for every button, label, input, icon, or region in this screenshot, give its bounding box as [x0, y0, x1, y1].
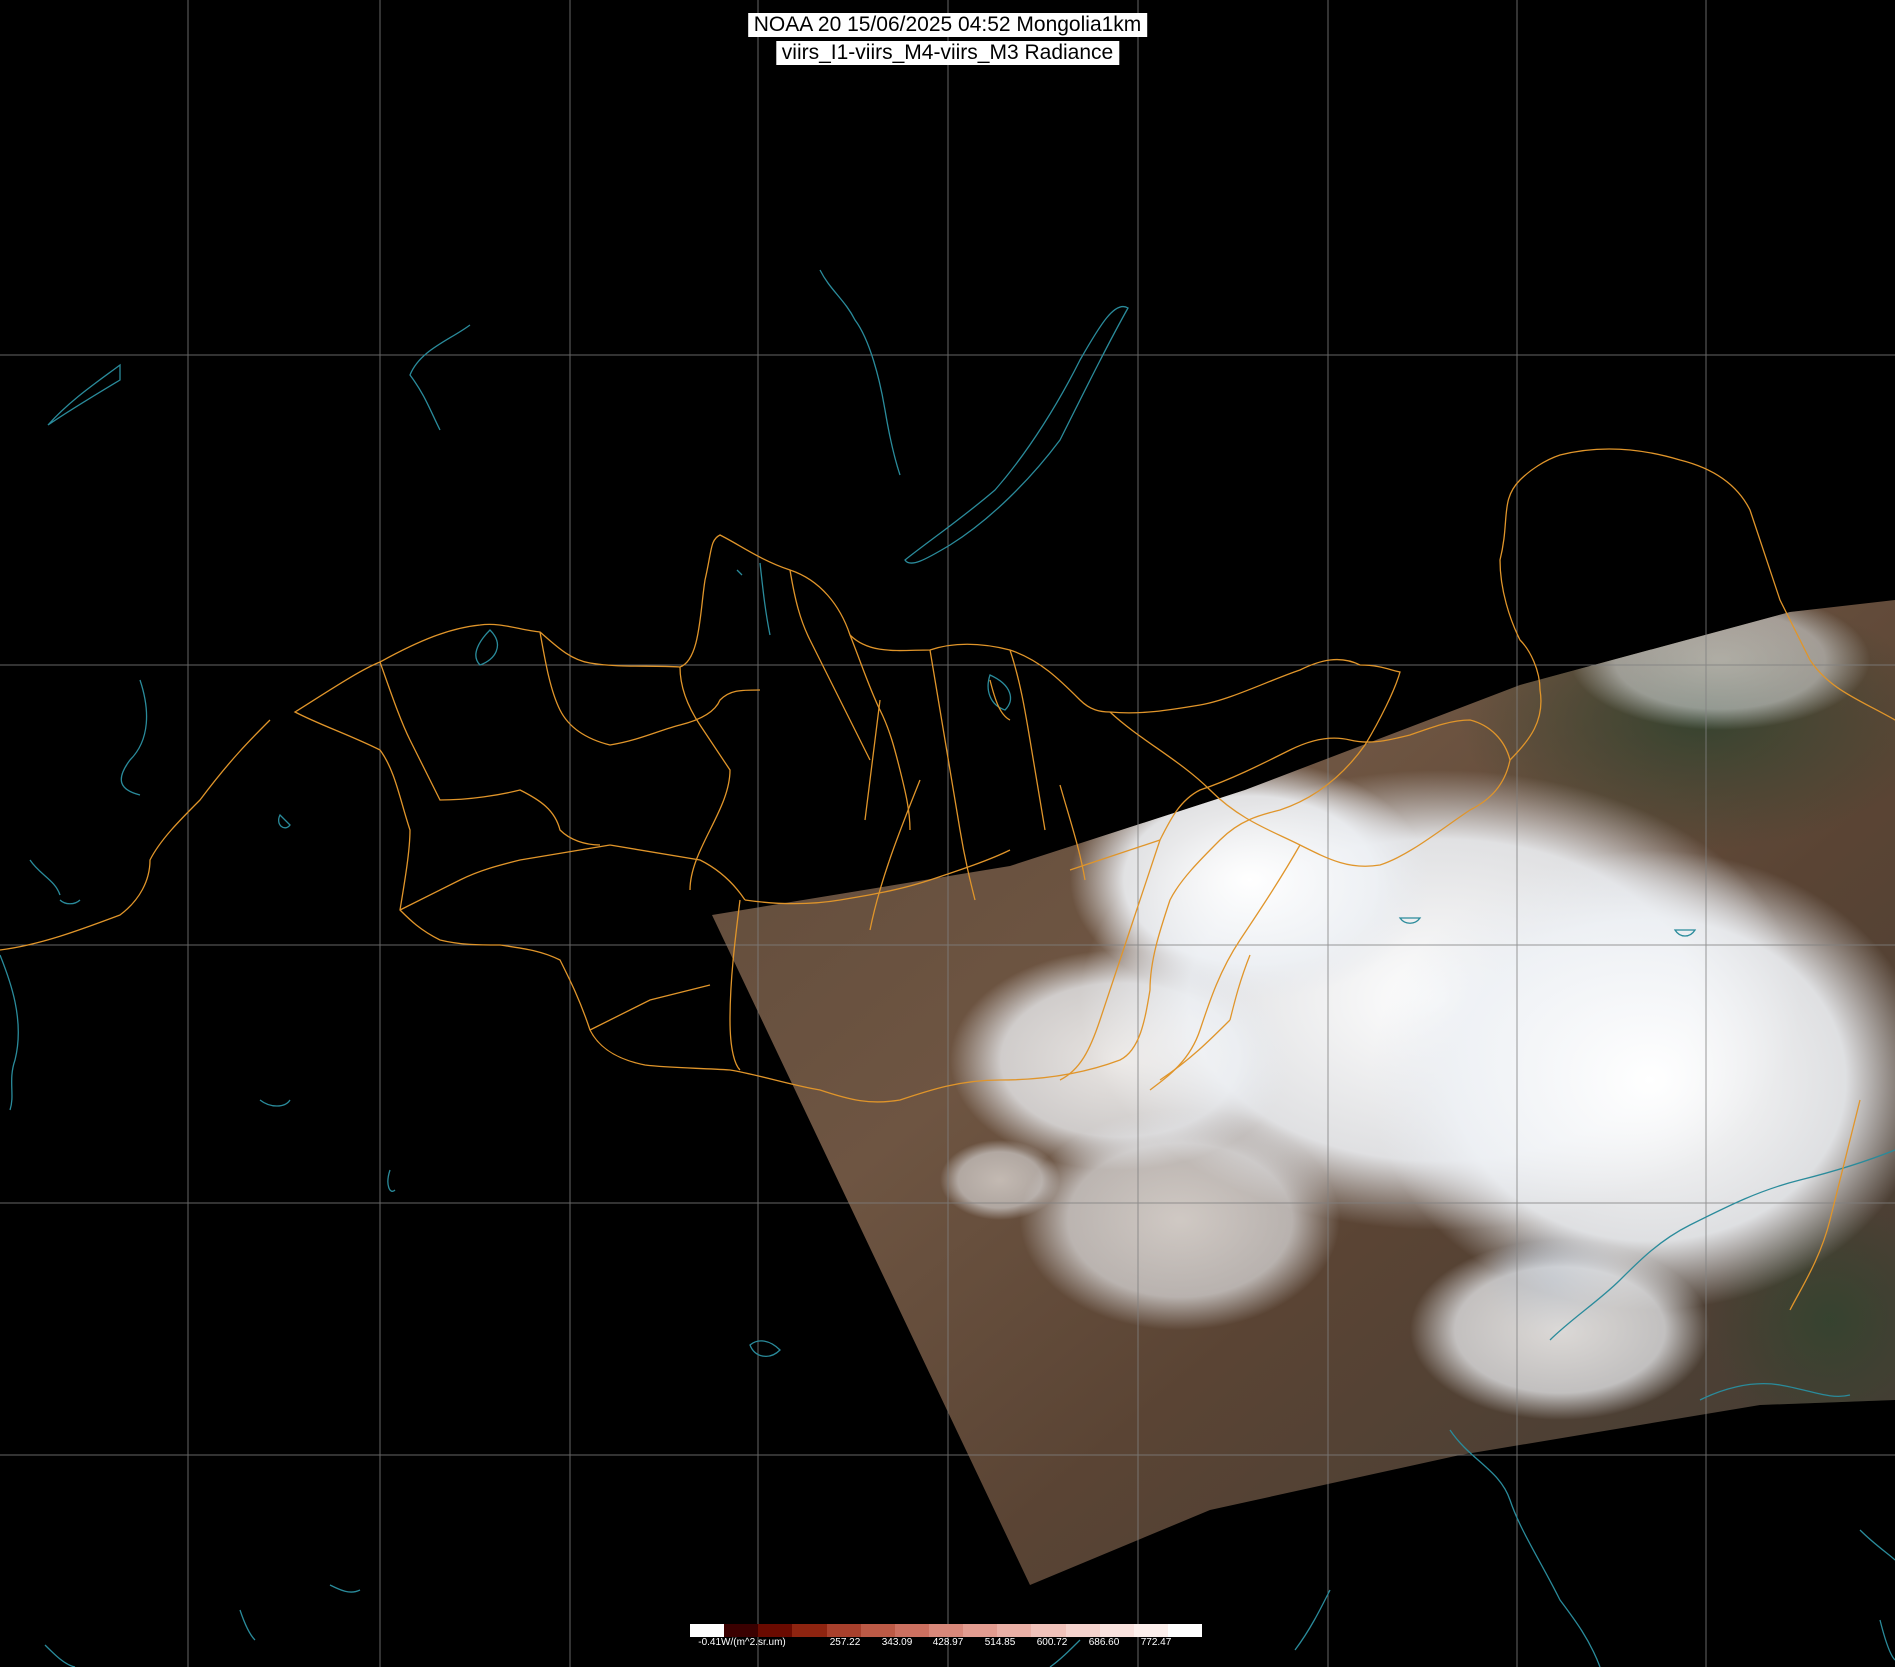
internal-border	[399, 844, 611, 911]
internal-border	[864, 699, 881, 821]
internal-border	[539, 631, 761, 746]
colorbar-tick: 600.72	[1036, 1637, 1068, 1648]
colorbar-strip	[690, 1624, 1203, 1637]
lake	[475, 629, 499, 666]
internal-border	[379, 661, 601, 846]
colorbar-segment	[1133, 1624, 1168, 1637]
colorbar-legend: -0.41W/(m^2.sr.um) 257.22 343.09 428.97 …	[690, 1624, 1203, 1648]
coastline	[44, 1584, 361, 1667]
internal-border	[849, 634, 911, 831]
internal-border	[609, 844, 746, 901]
colorbar-segment	[690, 1624, 725, 1637]
river	[819, 269, 901, 476]
lake-baikal	[904, 305, 1129, 564]
cloud-mass	[1020, 1110, 1340, 1330]
colorbar-segment	[1031, 1624, 1066, 1637]
colorbar-tick: 343.09	[881, 1637, 913, 1648]
lake	[736, 562, 771, 636]
lake	[278, 813, 291, 829]
colorbar-segment	[826, 1624, 861, 1637]
internal-border	[1009, 649, 1046, 831]
lake	[47, 363, 121, 426]
colorbar-segment	[928, 1624, 964, 1637]
lake	[29, 859, 81, 905]
lake	[120, 679, 148, 796]
image-subtitle: viirs_I1-viirs_M4-viirs_M3 Radiance	[775, 41, 1120, 65]
colorbar-tick: 257.22	[829, 1637, 861, 1648]
internal-border	[589, 984, 711, 1031]
colorbar-segment	[758, 1624, 793, 1637]
image-title: NOAA 20 15/06/2025 04:52 Mongolia1km	[747, 13, 1148, 37]
colorbar-segment	[792, 1624, 827, 1637]
coastline	[1449, 1429, 1601, 1667]
satellite-image	[0, 0, 1895, 1667]
colorbar-unit-label: -0.41W/(m^2.sr.um)	[698, 1637, 786, 1648]
lake	[259, 1099, 396, 1192]
colorbar-tick: 428.97	[932, 1637, 964, 1648]
colorbar-tick: 686.60	[1088, 1637, 1120, 1648]
coastline	[1859, 1529, 1895, 1661]
colorbar-segment	[860, 1624, 895, 1637]
internal-border	[929, 649, 976, 901]
colorbar-labels: -0.41W/(m^2.sr.um) 257.22 343.09 428.97 …	[690, 1637, 1202, 1649]
cloud-mass	[1570, 600, 1870, 730]
colorbar-segment	[1167, 1624, 1203, 1637]
imagery-swath	[712, 600, 1895, 1585]
colorbar-segment	[997, 1624, 1032, 1637]
lake	[749, 1340, 781, 1357]
cloud-mass	[940, 1140, 1060, 1220]
internal-border	[989, 679, 1011, 721]
river	[409, 324, 471, 431]
colorbar-segment	[1099, 1624, 1134, 1637]
colorbar-tick: 772.47	[1140, 1637, 1172, 1648]
colorbar-tick: 514.85	[984, 1637, 1016, 1648]
colorbar-segment	[724, 1624, 759, 1637]
colorbar-segment	[963, 1624, 998, 1637]
lake	[987, 674, 1012, 711]
internal-border	[679, 666, 731, 891]
colorbar-segment	[1065, 1624, 1100, 1637]
colorbar-segment	[894, 1624, 929, 1637]
coastline	[0, 954, 19, 1111]
